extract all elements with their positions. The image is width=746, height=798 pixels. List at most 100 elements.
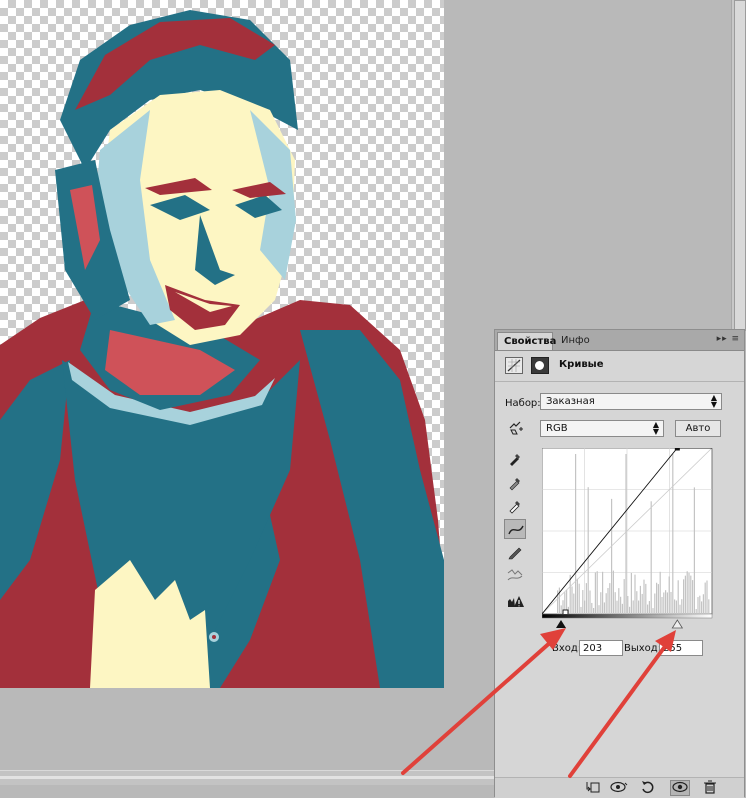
curve-edit-icon[interactable] — [504, 519, 526, 539]
reset-icon[interactable] — [638, 780, 658, 796]
smooth-icon[interactable] — [504, 565, 526, 585]
on-image-adjust-icon[interactable] — [504, 418, 526, 438]
histogram-bar — [603, 602, 605, 614]
pencil-icon[interactable] — [504, 542, 526, 562]
dropdown-arrows-icon: ▲ ▼ — [710, 393, 717, 409]
histogram-bar — [704, 582, 706, 614]
histogram-bar — [616, 600, 618, 614]
histogram-bar — [584, 600, 586, 614]
histogram-bar — [688, 572, 690, 614]
clip-to-layer-icon[interactable] — [583, 780, 603, 796]
histogram-bar — [708, 599, 710, 614]
histogram-bar — [578, 583, 580, 614]
histogram-bar — [650, 501, 652, 614]
histogram-bar — [621, 603, 623, 614]
adjustment-header: Кривые — [495, 351, 744, 382]
histogram-bar — [607, 587, 609, 614]
histogram-bar — [706, 580, 708, 614]
histogram-bar — [609, 583, 611, 614]
tab-properties[interactable]: Свойства — [497, 332, 556, 350]
channel-select[interactable]: RGB ▲ ▼ — [540, 420, 664, 437]
document-canvas[interactable] — [0, 0, 444, 688]
histogram-bar — [612, 570, 614, 614]
histogram-bar — [677, 580, 679, 614]
adjustment-title: Кривые — [559, 359, 604, 370]
view-previous-icon[interactable] — [609, 780, 629, 796]
scrollbar-track — [0, 776, 500, 779]
histogram-bar — [560, 605, 562, 614]
histogram-bar — [576, 578, 578, 614]
input-gradient-bar[interactable] — [542, 614, 714, 634]
histogram-bar — [690, 575, 692, 614]
auto-button[interactable]: Авто — [675, 420, 721, 437]
preset-label: Набор: — [505, 398, 541, 409]
histogram-bar — [686, 571, 688, 614]
panel-menu-icon[interactable]: ▸▸ ≡ — [717, 334, 740, 344]
histogram-bar — [693, 487, 695, 614]
black-eyedropper-icon[interactable] — [504, 449, 526, 469]
clipping-warning-icon[interactable] — [504, 591, 526, 611]
histogram-bar — [575, 454, 577, 614]
histogram-bar — [589, 590, 591, 614]
histogram-bar — [638, 600, 640, 614]
histogram-bar — [605, 593, 607, 614]
histogram-bar — [573, 593, 575, 614]
histogram-bar — [683, 579, 685, 614]
horizontal-scrollbar[interactable] — [0, 770, 500, 785]
channel-value: RGB — [546, 423, 568, 434]
histogram-bar — [598, 605, 600, 614]
histogram-bar — [602, 571, 604, 614]
scrollbar-thumb[interactable] — [734, 0, 746, 331]
input-label: Вход: — [552, 643, 582, 654]
histogram-bar — [659, 571, 661, 614]
output-label: Выход: — [624, 643, 662, 654]
histogram-bar — [675, 600, 677, 614]
histogram-bar — [571, 586, 573, 614]
histogram-bar — [600, 592, 602, 614]
histogram-bar — [674, 599, 676, 614]
histogram-bar — [701, 601, 703, 614]
histogram-bar — [580, 606, 582, 614]
panel-bottom-bar — [495, 777, 744, 798]
tab-info[interactable]: Инфо — [555, 332, 595, 350]
adjustment-layer-icon[interactable] — [505, 357, 523, 374]
histogram-bar — [591, 602, 593, 614]
white-point-slider — [671, 619, 684, 629]
posterized-portrait — [0, 10, 444, 688]
histogram-bar — [643, 579, 645, 614]
histogram-bar — [666, 592, 668, 614]
histogram-bar — [614, 592, 616, 614]
histogram-bar — [618, 588, 620, 614]
histogram-bar — [679, 604, 681, 614]
delete-icon[interactable] — [700, 780, 720, 796]
histogram-bar — [632, 600, 634, 614]
preset-value: Заказная — [546, 396, 595, 407]
output-value-field[interactable]: 255 — [659, 640, 703, 656]
visibility-eye-icon[interactable] — [670, 780, 690, 796]
white-eyedropper-icon[interactable] — [504, 496, 526, 516]
layer-mask-icon[interactable] — [531, 357, 549, 374]
histogram-bar — [681, 599, 683, 614]
histogram-bar — [620, 596, 622, 614]
curve-point-white — [674, 448, 680, 451]
histogram-bar — [702, 594, 704, 614]
histogram-bar — [582, 590, 584, 614]
histogram-bar — [587, 487, 589, 614]
histogram-bar — [670, 591, 672, 614]
histogram-bar — [634, 574, 636, 614]
histogram-bar — [629, 606, 631, 614]
histogram-bar — [647, 604, 649, 614]
preset-select[interactable]: Заказная ▲ ▼ — [540, 393, 722, 410]
histogram-bar — [656, 582, 658, 614]
histogram-bar — [596, 571, 598, 614]
vertical-scrollbar[interactable] — [731, 0, 746, 331]
gray-eyedropper-icon[interactable] — [504, 473, 526, 493]
curves-graph[interactable] — [542, 448, 714, 616]
histogram-bar — [585, 583, 587, 614]
histogram-bar — [692, 580, 694, 614]
histogram-bar — [639, 585, 641, 614]
histogram-bar — [657, 584, 659, 614]
histogram-bar — [697, 597, 699, 614]
histogram-bar — [663, 592, 665, 614]
input-value-field[interactable]: 203 — [579, 640, 623, 656]
